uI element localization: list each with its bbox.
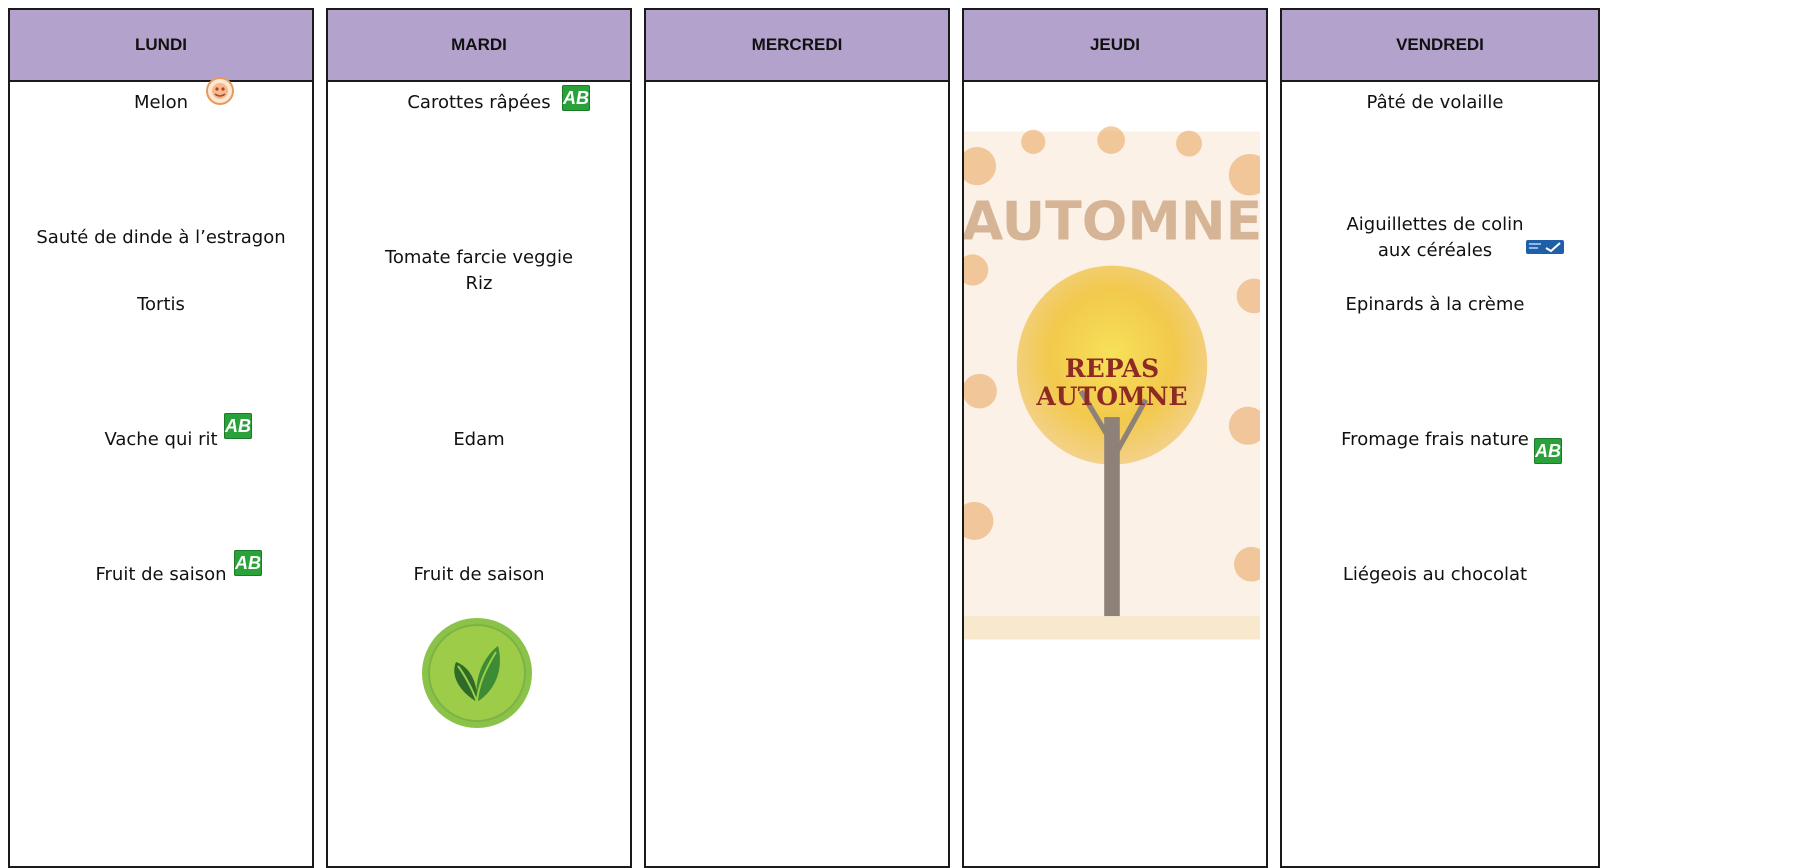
menu-item-dessert: Liégeois au chocolat <box>1342 564 1528 585</box>
day-column-mardi: MARDI Carottes râpées AB Tomate farcie v… <box>326 8 632 868</box>
menu-item-starter: Pâté de volaille <box>1366 92 1504 113</box>
day-column-jeudi: JEUDI AUTOMNE REPAS AUTOMNE <box>962 8 1268 868</box>
caption-line-1: REPAS <box>1064 354 1160 383</box>
organic-ab-logo-icon: AB <box>234 550 262 576</box>
day-header-lundi: LUNDI <box>10 10 312 82</box>
menu-item-dessert: Fruit de saison <box>413 564 545 585</box>
autumn-title-text: AUTOMNE <box>964 190 1260 253</box>
day-header-mercredi: MERCREDI <box>646 10 948 82</box>
day-column-vendredi: VENDREDI Pâté de volaille Aiguillettes d… <box>1280 8 1600 868</box>
organic-ab-logo-icon: AB <box>224 413 252 439</box>
menu-item-main: Sauté de dinde à l’estragon <box>36 227 286 248</box>
menu-item-starter: Melon <box>133 92 189 113</box>
day-header-vendredi: VENDREDI <box>1282 10 1598 82</box>
autumn-meal-caption: REPAS AUTOMNE <box>964 355 1260 411</box>
menu-item-cheese: Edam <box>453 429 505 450</box>
msc-sustainable-fishing-icon <box>1526 239 1564 258</box>
day-column-mercredi: MERCREDI <box>644 8 950 868</box>
menu-item-side: Epinards à la crème <box>1345 294 1525 315</box>
menu-item-dessert: Fruit de saison <box>95 564 227 585</box>
vegetarian-leaf-badge-icon <box>420 616 534 734</box>
organic-ab-logo-icon: AB <box>1534 438 1562 464</box>
organic-ab-logo-icon: AB <box>562 85 590 111</box>
day-header-jeudi: JEUDI <box>964 10 1266 82</box>
day-header-mardi: MARDI <box>328 10 630 82</box>
menu-item-cheese: Vache qui rit <box>104 429 218 450</box>
menu-item-side: Riz <box>465 273 493 294</box>
caption-line-2: AUTOMNE <box>1036 382 1188 411</box>
day-column-lundi: LUNDI Melon Sauté de dinde à l’estragon … <box>8 8 314 868</box>
local-product-logo-icon <box>205 76 235 110</box>
menu-item-side: Tortis <box>137 294 185 315</box>
